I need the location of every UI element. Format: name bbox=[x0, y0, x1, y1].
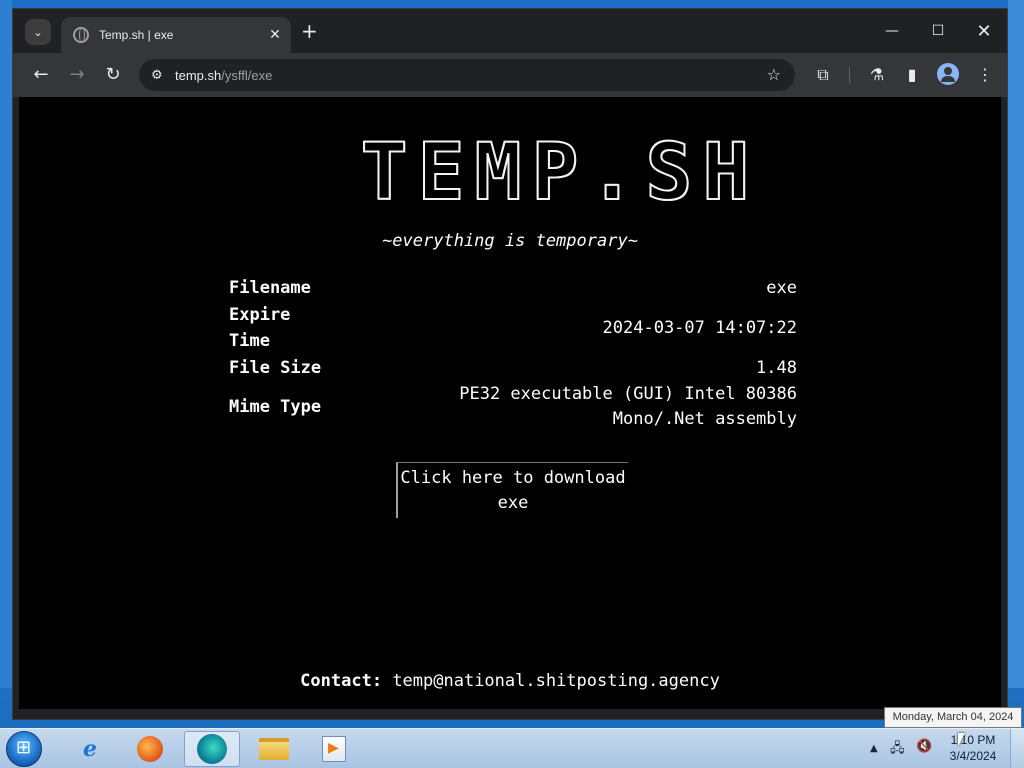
clock-time: 1:10 PM bbox=[950, 733, 996, 747]
expire-label-line2: Time bbox=[229, 331, 270, 351]
show-hidden-icons-icon[interactable]: ▲ bbox=[870, 743, 878, 754]
bookmark-star-icon[interactable]: ☆ bbox=[767, 65, 781, 84]
address-bar[interactable]: ⚙ temp.sh/ysffl/exe ☆ bbox=[139, 59, 795, 91]
url-host: temp.sh bbox=[175, 67, 222, 83]
back-button[interactable]: ← bbox=[29, 63, 53, 87]
browser-window: ⌄ Temp.sh | exe ✕ + — ☐ ✕ ← → ↻ ⚙ temp.s… bbox=[12, 8, 1008, 720]
tab-title: Temp.sh | exe bbox=[99, 28, 174, 42]
download-button[interactable]: Click here to download exe bbox=[396, 462, 628, 518]
download-label-line2: exe bbox=[497, 493, 529, 513]
expire-label: Expire Time bbox=[229, 302, 309, 354]
toolbar-separator bbox=[849, 67, 850, 83]
network-icon[interactable]: 🖧 bbox=[890, 739, 905, 761]
filesize-value: 1.48 bbox=[756, 358, 797, 378]
tab-close-icon[interactable]: ✕ bbox=[267, 27, 283, 43]
date-tooltip: Monday, March 04, 2024 bbox=[884, 707, 1022, 728]
tab-strip: ⌄ Temp.sh | exe ✕ + — ☐ ✕ bbox=[13, 9, 1007, 53]
filename-label: Filename bbox=[229, 278, 311, 298]
globe-icon bbox=[73, 27, 89, 43]
filename-value: exe bbox=[766, 278, 797, 298]
site-logo: TEMP.SH bbox=[360, 128, 760, 218]
tab-search-button[interactable]: ⌄ bbox=[25, 19, 51, 45]
new-tab-button[interactable]: + bbox=[301, 21, 318, 41]
clock-date: 3/4/2024 bbox=[949, 749, 997, 763]
start-button[interactable] bbox=[6, 731, 42, 767]
profile-avatar-icon[interactable] bbox=[937, 63, 959, 85]
url-text: temp.sh/ysffl/exe bbox=[175, 68, 272, 83]
info-row-expire: Expire Time 2024-03-07 14:07:22 bbox=[229, 301, 797, 355]
mouse-cursor-icon bbox=[958, 733, 965, 747]
download-label-line1: Click here to download bbox=[400, 468, 626, 488]
contact-line: Contact: temp@national.shitposting.agenc… bbox=[19, 671, 1001, 691]
tab-active[interactable]: Temp.sh | exe ✕ bbox=[61, 17, 291, 53]
site-info-icon[interactable]: ⚙ bbox=[151, 68, 175, 83]
forward-button[interactable]: → bbox=[65, 63, 89, 87]
edge-browser-icon[interactable] bbox=[184, 731, 240, 767]
taskbar: e ▲ 🖧 🔇 1:10 PM 3/4/2024 bbox=[0, 728, 1024, 768]
desktop-edge-left bbox=[0, 0, 12, 688]
expire-value: 2024-03-07 14:07:22 bbox=[602, 318, 797, 338]
menu-icon[interactable]: ⋮ bbox=[973, 63, 997, 87]
tagline: ~everything is temporary~ bbox=[382, 231, 638, 251]
firefox-icon[interactable] bbox=[122, 731, 178, 767]
contact-email-link[interactable]: temp@national.shitposting.agency bbox=[392, 671, 720, 691]
volume-muted-icon[interactable]: 🔇 bbox=[916, 739, 932, 754]
info-row-filesize: File Size 1.48 bbox=[229, 355, 797, 381]
maximize-button[interactable]: ☐ bbox=[915, 9, 961, 53]
internet-explorer-icon[interactable]: e bbox=[62, 731, 118, 767]
minimize-button[interactable]: — bbox=[869, 9, 915, 53]
extensions-icon[interactable]: ⧉ bbox=[811, 63, 835, 87]
mimetype-label: Mime Type bbox=[229, 397, 322, 417]
info-row-filename: Filename exe bbox=[229, 275, 797, 301]
close-window-button[interactable]: ✕ bbox=[961, 9, 1007, 53]
info-row-mimetype: Mime Type PE32 executable (GUI) Intel 80… bbox=[229, 381, 797, 433]
mimetype-value-line2: Mono/.Net assembly bbox=[612, 409, 797, 429]
show-desktop-button[interactable] bbox=[1010, 729, 1024, 768]
side-panel-icon[interactable]: ▮ bbox=[900, 63, 924, 87]
browser-toolbar: ← → ↻ ⚙ temp.sh/ysffl/exe ☆ ⧉ ⚗ ▮ ⋮ bbox=[13, 53, 1007, 97]
page-content: TEMP.SH ~everything is temporary~ Filena… bbox=[19, 97, 1001, 709]
system-clock[interactable]: 1:10 PM 3/4/2024 bbox=[944, 732, 1002, 764]
reload-button[interactable]: ↻ bbox=[101, 63, 125, 87]
mimetype-value-line1: PE32 executable (GUI) Intel 80386 bbox=[459, 384, 797, 404]
mimetype-value: PE32 executable (GUI) Intel 80386 Mono/.N… bbox=[459, 382, 797, 432]
url-path: /ysffl/exe bbox=[221, 67, 273, 83]
expire-label-line1: Expire bbox=[229, 305, 291, 325]
labs-icon[interactable]: ⚗ bbox=[865, 63, 889, 87]
contact-label: Contact: bbox=[300, 671, 383, 691]
media-player-icon[interactable] bbox=[306, 731, 362, 767]
file-info-table: Filename exe Expire Time 2024-03-07 14:07… bbox=[229, 275, 797, 433]
filesize-label: File Size bbox=[229, 358, 322, 378]
file-explorer-icon[interactable] bbox=[246, 731, 302, 767]
desktop-edge-right bbox=[1008, 0, 1024, 688]
